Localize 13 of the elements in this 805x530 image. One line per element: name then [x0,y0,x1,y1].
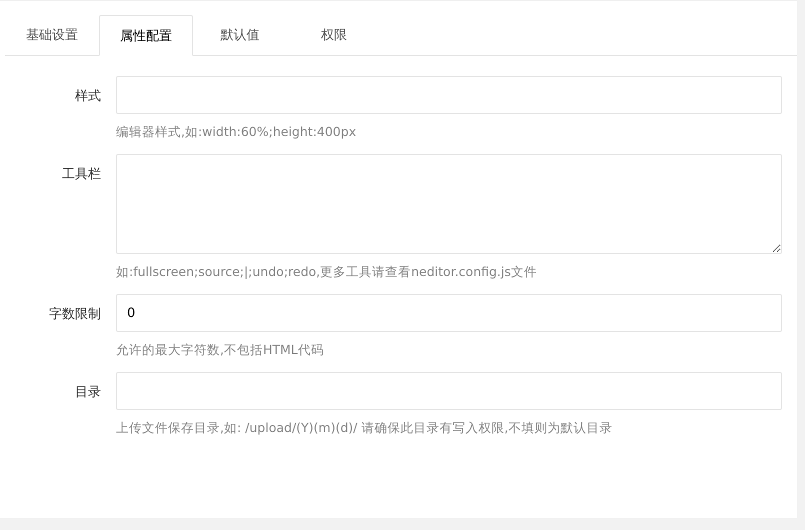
field-label: 字数限制 [48,306,101,324]
field-label: 样式 [74,88,101,106]
textarea-field[interactable] [116,154,782,254]
field-hint: 如:fullscreen;source;|;undo;redo,更多工具请查看neditor.config.js文件 [116,264,538,281]
input-field[interactable]: 0 [116,294,782,332]
tab[interactable]: 属性配置 [99,15,193,56]
input-field[interactable] [116,372,782,410]
field-hint: 编辑器样式,如:width:60%;height:400px [116,124,358,141]
field-hint: 允许的最大字符数,不包括HTML代码 [116,342,325,359]
field-hint: 上传文件保存目录,如: /upload/(Y)(m)(d)/ 请确保此目录有写入权限,不填则为默认目录 [116,420,614,437]
field-label: 目录 [74,384,101,402]
field-label: 工具栏 [61,166,101,184]
input-field[interactable] [116,76,782,114]
